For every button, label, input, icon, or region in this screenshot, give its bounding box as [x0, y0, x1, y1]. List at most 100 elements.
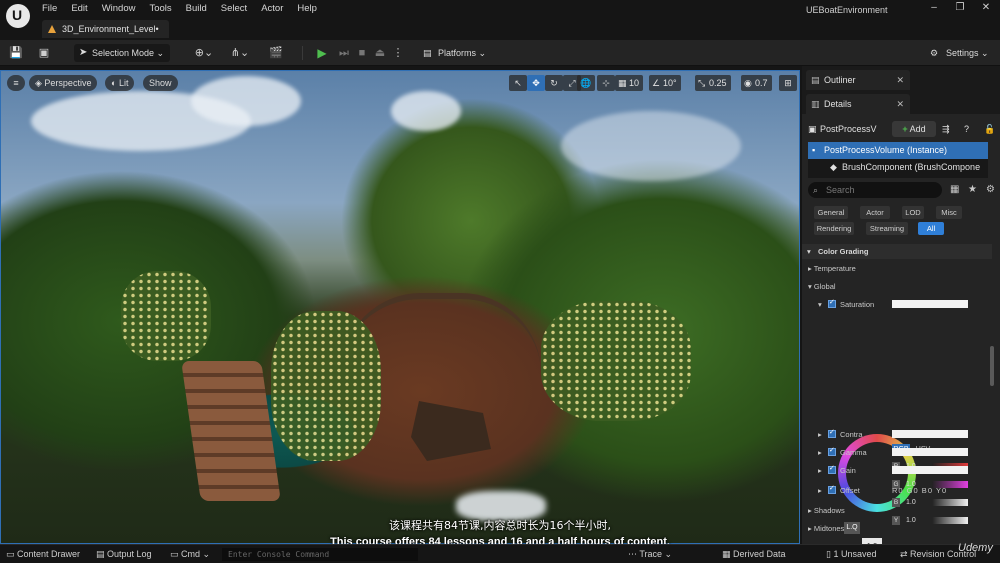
filter-rendering[interactable]: Rendering — [814, 222, 854, 235]
gamma-checkbox[interactable] — [828, 446, 836, 456]
trace-dropdown[interactable]: ⋯ Trace ⌄ — [628, 548, 672, 561]
maximize-viewport-icon[interactable]: ⊞ — [779, 75, 797, 91]
saturation-color-swatch[interactable] — [892, 300, 968, 308]
close-window-button[interactable]: ✕ — [974, 2, 998, 16]
world-space-icon[interactable]: 🌐 — [577, 75, 595, 91]
contrast-color-swatch[interactable] — [892, 430, 968, 438]
content-browser-icon[interactable]: ▣ — [36, 45, 52, 61]
content-drawer-button[interactable]: ▭ Content Drawer — [6, 548, 80, 561]
add-actor-icon[interactable]: ⊕⌄ — [192, 45, 216, 61]
close-icon[interactable]: ✕ — [896, 94, 904, 114]
menu-edit[interactable]: Edit — [71, 3, 87, 14]
menu-actor[interactable]: Actor — [261, 3, 283, 14]
gamma-expander[interactable]: ▸ — [818, 448, 822, 457]
unreal-logo-icon[interactable] — [6, 4, 30, 28]
details-search-input[interactable]: ⌕ Search — [808, 182, 942, 198]
saturation-expander[interactable]: ▾ — [818, 300, 822, 309]
more-options-icon[interactable]: ⋮ — [390, 45, 406, 61]
scale-snap-value[interactable]: ⤡ 0.25 — [695, 75, 731, 91]
play-icon[interactable]: ▶ — [312, 44, 332, 62]
cmd-dropdown[interactable]: ▭ Cmd ⌄ — [170, 548, 210, 561]
component-item[interactable]: ▪ PostProcessVolume (Instance) — [808, 142, 988, 159]
y-gradient — [932, 517, 968, 524]
main-toolbar: 💾 ▣ ➤ Selection Mode ⌄ ⊕⌄ ⋔⌄ 🎬 ▶ ⏭ ■ ⏏ ⋮… — [0, 40, 1000, 66]
show-button[interactable]: Show — [143, 75, 178, 91]
contrast-expander[interactable]: ▸ — [818, 430, 822, 439]
lit-button[interactable]: ◐ Lit — [105, 75, 135, 91]
blueprint-icon[interactable]: ⇶ — [942, 120, 950, 138]
menu-build[interactable]: Build — [186, 3, 207, 14]
gamma-color-swatch[interactable] — [892, 448, 968, 456]
saturation-checkbox[interactable] — [828, 298, 836, 308]
blueprint-icon[interactable]: ⋔⌄ — [228, 45, 252, 61]
contrast-checkbox[interactable] — [828, 428, 836, 438]
menu-file[interactable]: File — [42, 3, 57, 14]
menu-window[interactable]: Window — [102, 3, 136, 14]
lq-button[interactable]: L.Q — [844, 522, 860, 534]
component-hierarchy: ▪ PostProcessVolume (Instance) ◆ BrushCo… — [808, 142, 988, 178]
tab-outliner[interactable]: ▤ Outliner ✕ — [806, 70, 910, 90]
level-viewport[interactable]: ≡ ◈ Perspective ◐ Lit Show ↖ ✥ ↻ ⤢ 🌐 ⊹ ▦… — [0, 70, 800, 544]
filter-streaming[interactable]: Streaming — [866, 222, 908, 235]
star-icon[interactable]: ★ — [968, 184, 977, 195]
tab-details[interactable]: ▥ Details ✕ — [806, 94, 910, 114]
gain-color-swatch[interactable] — [892, 466, 968, 474]
gain-label: Gain — [840, 466, 856, 475]
select-tool-icon[interactable]: ↖ — [509, 75, 527, 91]
viewport-menu-icon[interactable]: ≡ — [7, 75, 25, 91]
minimize-button[interactable]: – — [922, 2, 946, 16]
category-color-grading[interactable]: ▾ Color Grading — [802, 244, 992, 259]
camera-speed-value[interactable]: ◉ 0.7 — [741, 75, 772, 91]
add-component-button[interactable]: + Add — [892, 121, 936, 137]
close-icon[interactable]: ✕ — [896, 70, 904, 90]
global-row[interactable]: ▾ Global — [808, 282, 836, 291]
platforms-dropdown[interactable]: ▤ Platforms ⌄ — [420, 44, 492, 62]
details-tab-label: Details — [824, 99, 852, 109]
level-tab[interactable]: 3D_Environment_Level• — [42, 20, 169, 38]
selection-mode-dropdown[interactable]: ➤ Selection Mode ⌄ — [74, 44, 170, 62]
midtones-row[interactable]: ▸ Midtones — [808, 524, 844, 533]
details-scrollbar[interactable] — [990, 346, 994, 386]
cinematics-icon[interactable]: 🎬 — [264, 45, 288, 61]
filter-misc[interactable]: Misc — [936, 206, 962, 219]
derived-data-button[interactable]: ▦ Derived Data — [722, 548, 786, 561]
stop-icon[interactable]: ■ — [354, 45, 370, 61]
rotate-tool-icon[interactable]: ↻ — [545, 75, 563, 91]
settings-dropdown[interactable]: ⚙ Settings ⌄ — [928, 44, 998, 62]
filter-general[interactable]: General — [814, 206, 848, 219]
gear-icon: ⚙ — [930, 48, 939, 58]
translate-tool-icon[interactable]: ✥ — [527, 75, 545, 91]
lock-icon[interactable]: 🔓 — [984, 120, 995, 138]
gain-expander[interactable]: ▸ — [818, 466, 822, 475]
save-icon[interactable]: 💾 — [8, 45, 24, 61]
grid-snap-value[interactable]: ▦ 10 — [615, 75, 644, 91]
offset-values[interactable]: R0 G0 B0 Y0 — [892, 486, 947, 495]
console-command-input[interactable]: Enter Console Command — [222, 548, 418, 561]
temperature-row[interactable]: ▸ Temperature — [808, 264, 856, 273]
filter-all[interactable]: All — [918, 222, 944, 235]
menu-tools[interactable]: Tools — [149, 3, 171, 14]
shadows-row[interactable]: ▸ Shadows — [808, 506, 845, 515]
maximize-button[interactable]: ❐ — [948, 2, 972, 16]
component-item[interactable]: ◆ BrushComponent (BrushCompone — [808, 159, 988, 176]
filter-lod[interactable]: LOD — [902, 206, 924, 219]
filter-actor[interactable]: Actor — [860, 206, 890, 219]
menu-select[interactable]: Select — [221, 3, 247, 14]
offset-checkbox[interactable] — [828, 484, 836, 494]
menu-help[interactable]: Help — [297, 3, 317, 14]
gear-icon[interactable]: ⚙ — [986, 184, 995, 195]
gain-checkbox[interactable] — [828, 464, 836, 474]
eject-icon[interactable]: ⏏ — [372, 45, 388, 61]
step-icon[interactable]: ⏭ — [336, 45, 352, 61]
channel-b[interactable]: B 1.0 — [892, 498, 968, 507]
surface-snap-icon[interactable]: ⊹ — [597, 75, 615, 91]
output-log-button[interactable]: ▤ Output Log — [96, 548, 152, 561]
offset-expander[interactable]: ▸ — [818, 486, 822, 495]
gamma-label: Gamma — [840, 448, 867, 457]
help-icon[interactable]: ? — [964, 120, 969, 138]
unsaved-button[interactable]: ▯ 1 Unsaved — [826, 548, 876, 561]
rotation-snap-value[interactable]: ∠ 10° — [649, 75, 681, 91]
grid-view-icon[interactable]: ▦ — [950, 184, 959, 195]
channel-y[interactable]: Y 1.0 — [892, 516, 968, 525]
perspective-button[interactable]: ◈ Perspective — [29, 75, 98, 91]
